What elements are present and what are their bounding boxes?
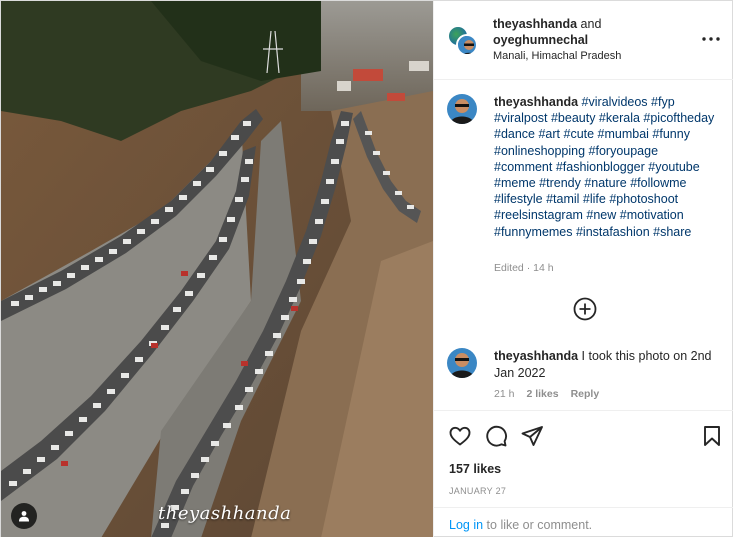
caption-username[interactable]: theyashhanda xyxy=(494,95,578,109)
coauthor-avatars[interactable] xyxy=(447,25,479,57)
post-sidebar: theyashhanda and oyeghumnechal Manali, H… xyxy=(433,1,733,537)
login-prompt-text: to like or comment. xyxy=(486,518,593,532)
post-date[interactable]: JANUARY 27 xyxy=(449,486,506,496)
load-more-comments-button[interactable] xyxy=(573,297,597,321)
save-button[interactable] xyxy=(700,424,724,448)
reply-button[interactable]: Reply xyxy=(571,388,600,400)
post-header: theyashhanda and oyeghumnechal Manali, H… xyxy=(434,1,733,80)
author-username[interactable]: theyashhanda xyxy=(493,17,577,31)
avatar[interactable] xyxy=(447,348,477,378)
post-actions: 157 likes JANUARY 27 Log in to like or c… xyxy=(434,410,733,537)
authors-connector: and xyxy=(580,17,602,31)
login-link[interactable]: Log in xyxy=(449,518,483,532)
plus-circle-icon xyxy=(573,297,597,321)
coauthor-username[interactable]: oyeghumnechal xyxy=(493,33,588,47)
share-button[interactable] xyxy=(520,424,544,448)
like-button[interactable] xyxy=(448,424,472,448)
caption-hashtags[interactable]: #viralvideos #fyp #viralpost #beauty #ke… xyxy=(494,95,714,239)
send-icon xyxy=(521,426,543,446)
heart-icon xyxy=(449,426,471,446)
comment-icon xyxy=(486,425,507,447)
comment-username[interactable]: theyashhanda xyxy=(494,349,578,363)
comment-text: theyashhanda I took this photo on 2nd Ja… xyxy=(494,348,722,381)
more-options-button[interactable] xyxy=(699,29,723,49)
avatar-theyashhanda xyxy=(456,34,478,56)
post-location[interactable]: Manali, Himachal Pradesh xyxy=(493,50,621,62)
comment-meta: 21 h 2 likes Reply xyxy=(494,388,599,400)
caption-meta: Edited · 14 h xyxy=(494,262,554,274)
caption-text: theyashhanda #viralvideos #fyp #viralpos… xyxy=(494,94,716,240)
post-authors: theyashhanda and oyeghumnechal xyxy=(493,16,683,48)
tagged-users-button[interactable] xyxy=(11,503,37,529)
comment-likes[interactable]: 2 likes xyxy=(526,388,558,400)
user-tag-icon xyxy=(19,511,29,522)
likes-count[interactable]: 157 likes xyxy=(449,462,501,476)
comment-time: 21 h xyxy=(494,388,515,400)
traffic-jam-photo xyxy=(1,1,433,537)
instagram-post: theyashhanda theyashhanda and oyeghumnec… xyxy=(0,0,733,537)
more-options-icon xyxy=(702,37,720,41)
comment-button[interactable] xyxy=(484,424,508,448)
post-photo[interactable]: theyashhanda xyxy=(1,1,433,537)
avatar[interactable] xyxy=(447,94,477,124)
login-prompt: Log in to like or comment. xyxy=(434,507,733,537)
photo-watermark: theyashhanda xyxy=(158,503,292,524)
bookmark-icon xyxy=(704,426,720,446)
